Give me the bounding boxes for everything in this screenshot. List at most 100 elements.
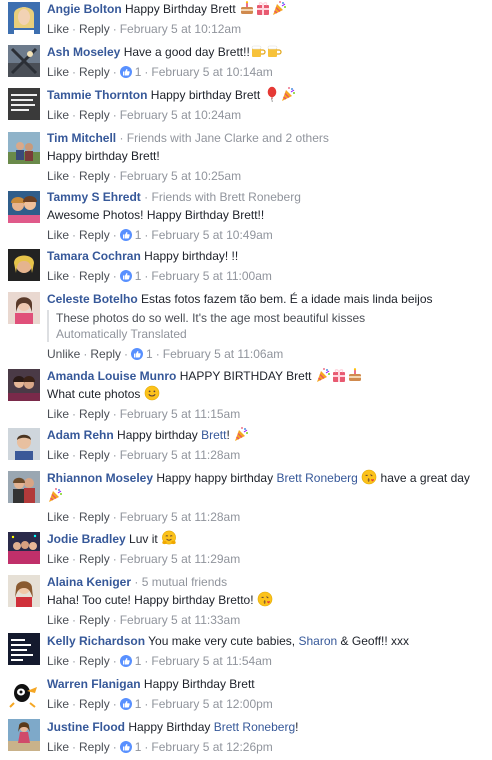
comment-timestamp[interactable]: February 5 at 10:12am	[120, 22, 241, 36]
comment-timestamp[interactable]: February 5 at 11:00am	[151, 269, 272, 283]
reply-link[interactable]: Reply	[79, 108, 110, 122]
comment-timestamp[interactable]: February 5 at 10:24am	[120, 108, 241, 122]
tagged-person-link[interactable]: Sharon	[298, 634, 337, 648]
unlike-link[interactable]: Unlike	[47, 347, 80, 361]
avatar[interactable]	[8, 633, 40, 665]
comment-actions: Like · Reply · 1 · February 5 at 10:49am	[47, 226, 486, 244]
like-reaction-icon[interactable]	[119, 741, 132, 753]
comment-author[interactable]: Jodie Bradley	[47, 532, 126, 546]
comment-author[interactable]: Kelly Richardson	[47, 634, 145, 648]
like-link[interactable]: Like	[47, 697, 69, 711]
comment-author[interactable]: Ash Moseley	[47, 45, 120, 59]
comment-author[interactable]: Tim Mitchell	[47, 131, 116, 145]
comment-timestamp[interactable]: February 5 at 11:15am	[120, 407, 241, 421]
comment-timestamp[interactable]: February 5 at 10:14am	[151, 65, 272, 79]
reply-link[interactable]: Reply	[79, 552, 110, 566]
tagged-person-link[interactable]: Brett Roneberg	[214, 720, 295, 734]
comment-author[interactable]: Adam Rehn	[47, 428, 114, 442]
like-reaction-icon[interactable]	[119, 698, 132, 710]
comment-author[interactable]: Tamara Cochran	[47, 249, 141, 263]
avatar[interactable]	[8, 292, 40, 324]
comment-author[interactable]: Amanda Louise Munro	[47, 369, 176, 383]
reply-link[interactable]: Reply	[79, 613, 110, 627]
like-link[interactable]: Like	[47, 108, 69, 122]
comment-timestamp[interactable]: February 5 at 11:29am	[120, 552, 241, 566]
avatar[interactable]	[8, 471, 40, 503]
comment-timestamp[interactable]: February 5 at 10:49am	[151, 228, 272, 242]
comment-item: Amanda Louise Munro HAPPY BIRTHDAY Brett…	[0, 367, 492, 426]
like-link[interactable]: Like	[47, 228, 69, 242]
avatar[interactable]	[8, 2, 40, 34]
like-reaction-icon[interactable]	[119, 655, 132, 667]
avatar[interactable]	[8, 45, 40, 77]
comment-author[interactable]: Celeste Botelho	[47, 292, 138, 306]
reply-link[interactable]: Reply	[79, 697, 110, 711]
avatar[interactable]	[8, 191, 40, 223]
comment-text: Luv it	[129, 532, 158, 546]
comment-timestamp[interactable]: February 5 at 11:06am	[163, 347, 284, 361]
reply-link[interactable]: Reply	[79, 654, 110, 668]
like-link[interactable]: Like	[47, 510, 69, 524]
avatar[interactable]	[8, 88, 40, 120]
reply-link[interactable]: Reply	[79, 448, 110, 462]
comment-timestamp[interactable]: February 5 at 11:28am	[120, 448, 241, 462]
avatar[interactable]	[8, 575, 40, 607]
like-count[interactable]: 1	[146, 347, 153, 361]
reply-link[interactable]: Reply	[79, 510, 110, 524]
tagged-person-link[interactable]: Brett	[201, 428, 226, 442]
like-link[interactable]: Like	[47, 654, 69, 668]
like-reaction-icon[interactable]	[119, 66, 132, 78]
like-link[interactable]: Like	[47, 65, 69, 79]
like-reaction-icon[interactable]	[131, 348, 144, 360]
reply-link[interactable]: Reply	[79, 22, 110, 36]
comment-author[interactable]: Rhiannon Moseley	[47, 471, 153, 485]
like-link[interactable]: Like	[47, 448, 69, 462]
comment-timestamp[interactable]: February 5 at 11:33am	[120, 613, 241, 627]
avatar[interactable]	[8, 677, 40, 709]
comment-item: Rhiannon Moseley Happy happy birthday Br…	[0, 469, 492, 530]
reply-link[interactable]: Reply	[79, 65, 110, 79]
comment-author[interactable]: Warren Flanigan	[47, 677, 141, 691]
comment-author[interactable]: Angie Bolton	[47, 2, 122, 16]
like-link[interactable]: Like	[47, 740, 69, 754]
comment-item: Jodie Bradley Luv it Like · Reply · February…	[0, 530, 492, 573]
comment-text-after: !	[295, 720, 299, 734]
like-link[interactable]: Like	[47, 269, 69, 283]
comment-actions: Like · Reply · February 5 at 11:29am	[47, 550, 486, 568]
like-link[interactable]: Like	[47, 552, 69, 566]
mutual-friends-text[interactable]: · Friends with Brett Roneberg	[144, 190, 301, 204]
comment-author[interactable]: Justine Flood	[47, 720, 125, 734]
comment-timestamp[interactable]: February 5 at 11:28am	[120, 510, 241, 524]
like-link[interactable]: Like	[47, 407, 69, 421]
separator: ·	[112, 697, 117, 711]
like-reaction-icon[interactable]	[119, 270, 132, 282]
reply-link[interactable]: Reply	[79, 269, 110, 283]
like-link[interactable]: Like	[47, 22, 69, 36]
mutual-friends-text[interactable]: · 5 mutual friends	[134, 575, 227, 589]
comment-timestamp[interactable]: February 5 at 12:00pm	[151, 697, 272, 711]
comment-author[interactable]: Tammie Thornton	[47, 88, 147, 102]
reply-link[interactable]: Reply	[90, 347, 121, 361]
reply-link[interactable]: Reply	[79, 740, 110, 754]
reply-link[interactable]: Reply	[79, 407, 110, 421]
avatar[interactable]	[8, 428, 40, 460]
tagged-person-link[interactable]: Brett Roneberg	[276, 471, 357, 485]
smile-emoji-icon	[144, 385, 160, 401]
mutual-friends-text[interactable]: · Friends with Jane Clarke and 2 others	[119, 131, 328, 145]
like-link[interactable]: Like	[47, 613, 69, 627]
avatar[interactable]	[8, 249, 40, 281]
like-link[interactable]: Like	[47, 169, 69, 183]
like-reaction-icon[interactable]	[119, 229, 132, 241]
avatar[interactable]	[8, 132, 40, 164]
avatar[interactable]	[8, 719, 40, 751]
avatar[interactable]	[8, 532, 40, 564]
avatar[interactable]	[8, 369, 40, 401]
comment-author[interactable]: Alaina Keniger	[47, 575, 131, 589]
reply-link[interactable]: Reply	[79, 228, 110, 242]
comment-timestamp[interactable]: February 5 at 10:25am	[120, 169, 241, 183]
party-popper-emoji-icon	[315, 367, 331, 383]
comment-author[interactable]: Tammy S Ehredt	[47, 190, 141, 204]
comment-timestamp[interactable]: February 5 at 12:26pm	[151, 740, 272, 754]
comment-timestamp[interactable]: February 5 at 11:54am	[151, 654, 272, 668]
reply-link[interactable]: Reply	[79, 169, 110, 183]
